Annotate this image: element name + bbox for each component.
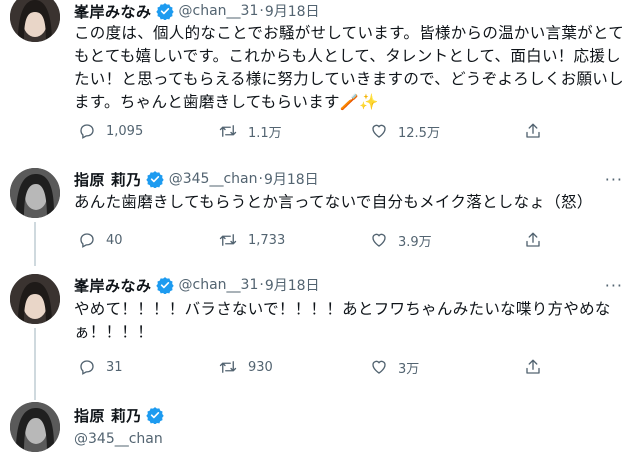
share-button[interactable] — [524, 120, 552, 142]
verified-badge-icon — [155, 277, 174, 294]
tweet-header: 峯岸みなみ @chan__31 · 9月18日 — [74, 274, 320, 296]
tweet-text: やめて！！！！バラさないで！！！！あとフワちゃんみたいな喋り方やめなぁ！！！！ — [74, 300, 611, 341]
tweet-date[interactable]: 9月18日 — [265, 1, 320, 21]
retweet-count: 930 — [248, 359, 273, 375]
tweet-actions: 40 1,733 3.9万 — [74, 229, 554, 251]
reply-count: 40 — [106, 232, 123, 248]
reply-button[interactable]: 40 — [78, 229, 123, 251]
retweet-count: 1.1万 — [248, 125, 282, 141]
thread-line — [34, 328, 36, 400]
share-icon — [526, 359, 540, 374]
retweet-count: 1,733 — [248, 232, 286, 248]
tweet-text: あんた歯磨きしてもらうとか言ってないで自分もメイク落としなょ（怒） — [74, 193, 593, 211]
more-options-icon[interactable]: ··· — [605, 276, 623, 295]
thread-line — [34, 222, 36, 266]
reply-button[interactable]: 31 — [78, 356, 123, 378]
share-button[interactable] — [524, 229, 552, 251]
display-name[interactable]: 峯岸みなみ — [74, 275, 152, 296]
retweet-icon — [219, 125, 237, 137]
user-handle[interactable]: @345__chan — [169, 171, 258, 187]
tweet-text: この度は、個人的なことでお騒がせしています。皆様からの温かい言葉がとてもとても嬉… — [74, 24, 625, 111]
avatar[interactable] — [10, 0, 60, 42]
heart-icon — [372, 124, 386, 138]
more-options-icon[interactable]: ··· — [605, 170, 623, 189]
like-button[interactable]: 3.9万 — [370, 229, 432, 251]
like-button[interactable]: 3万 — [370, 356, 419, 378]
user-handle[interactable]: @chan__31 — [179, 3, 259, 19]
tweet-3[interactable]: 峯岸みなみ @chan__31 · 9月18日 ··· やめて！！！！バラさない… — [0, 268, 637, 400]
separator-dot: · — [259, 277, 264, 293]
like-button[interactable]: 12.5万 — [370, 120, 440, 142]
verified-badge-icon — [146, 407, 164, 424]
retweet-icon — [219, 234, 237, 246]
tweet-header: 峯岸みなみ @chan__31 · 9月18日 — [74, 0, 320, 22]
heart-icon — [372, 360, 386, 374]
reply-count: 31 — [106, 359, 123, 375]
tweet-date[interactable]: 9月18日 — [265, 275, 320, 295]
share-button[interactable] — [524, 356, 552, 378]
like-count: 3万 — [398, 361, 420, 377]
display-name[interactable]: 指原 莉乃 — [74, 405, 142, 426]
share-icon — [526, 123, 540, 138]
retweet-button[interactable]: 930 — [218, 356, 273, 378]
user-handle[interactable]: @345__chan — [74, 431, 163, 447]
reply-icon — [80, 124, 94, 139]
separator-dot: · — [259, 3, 264, 19]
tweet-subheader: @345__chan — [74, 428, 163, 450]
avatar[interactable] — [10, 274, 60, 324]
reply-button[interactable]: 1,095 — [78, 120, 143, 142]
like-count: 3.9万 — [398, 234, 432, 250]
share-icon — [526, 232, 540, 247]
tweet-2[interactable]: 指原 莉乃 @345__chan · 9月18日 ··· あんた歯磨きしてもらう… — [0, 160, 637, 266]
avatar[interactable] — [10, 168, 60, 218]
tweet-date[interactable]: 9月18日 — [264, 169, 319, 189]
retweet-button[interactable]: 1.1万 — [218, 120, 282, 142]
display-name[interactable]: 指原 莉乃 — [74, 169, 142, 190]
tweet-4[interactable]: 指原 莉乃 @345__chan — [0, 396, 637, 467]
tweet-1[interactable]: 峯岸みなみ @chan__31 · 9月18日 この度は、個人的なことでお騒がせ… — [0, 0, 637, 150]
like-count: 12.5万 — [398, 125, 440, 141]
heart-icon — [372, 233, 386, 247]
avatar[interactable] — [10, 402, 60, 452]
retweet-button[interactable]: 1,733 — [218, 229, 285, 251]
separator-dot: · — [258, 171, 263, 187]
user-handle[interactable]: @chan__31 — [179, 277, 259, 293]
reply-count: 1,095 — [106, 123, 144, 139]
tweet-actions: 1,095 1.1万 12.5万 — [74, 120, 554, 142]
reply-icon — [80, 360, 94, 375]
tweet-actions: 31 930 3万 — [74, 356, 554, 378]
tweet-header: 指原 莉乃 @345__chan · 9月18日 — [74, 168, 319, 190]
display-name[interactable]: 峯岸みなみ — [74, 1, 152, 22]
retweet-icon — [219, 361, 237, 373]
verified-badge-icon — [155, 3, 174, 20]
tweet-header: 指原 莉乃 — [74, 404, 164, 426]
reply-icon — [80, 233, 94, 248]
verified-badge-icon — [146, 171, 164, 188]
